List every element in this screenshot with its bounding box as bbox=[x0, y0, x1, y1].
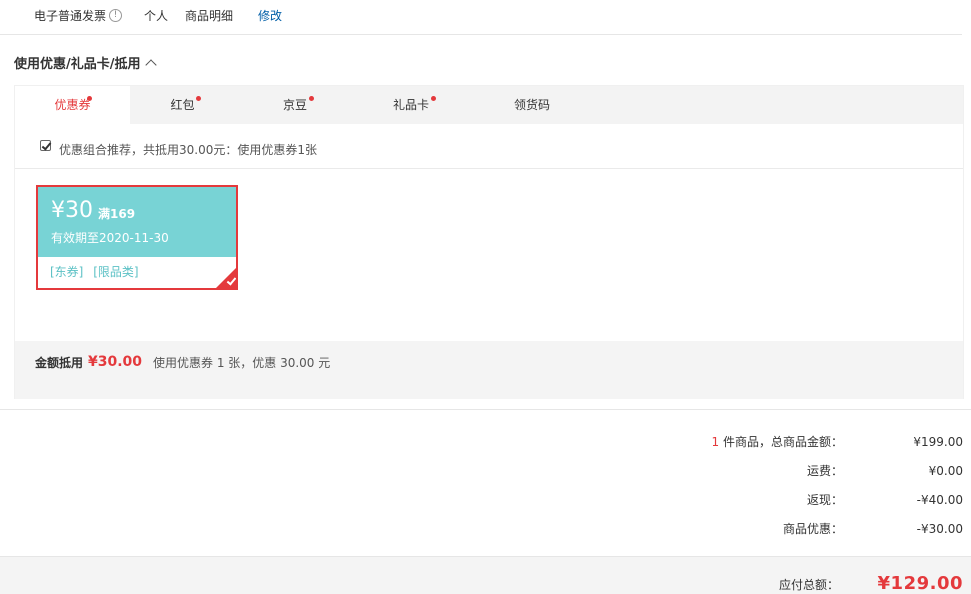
chevron-up-icon[interactable] bbox=[144, 59, 157, 71]
coupon-tag: [东券] bbox=[50, 265, 84, 279]
shipping-label: 运费： bbox=[806, 464, 843, 478]
coupon-expiry: 有效期至2020-11-30 bbox=[51, 231, 169, 245]
coupon-tag: [限品类] bbox=[93, 265, 139, 279]
divider bbox=[0, 409, 971, 410]
tab-label: 礼品卡 bbox=[392, 98, 429, 112]
summary-amount: ¥30.00 bbox=[88, 354, 143, 370]
items-total-label: 1 件商品，总商品金额： bbox=[712, 434, 843, 450]
coupon-section-title-text: 使用优惠/礼品卡/抵用 bbox=[14, 57, 141, 72]
coupon-card-header: ¥30 满169 有效期至2020-11-30 bbox=[38, 187, 236, 257]
invoice-title: 个人 bbox=[144, 9, 169, 23]
summary-description: 使用优惠券 1 张，优惠 30.00 元 bbox=[153, 356, 331, 370]
payable-bar: 应付总额： ¥129.00 bbox=[0, 556, 971, 594]
coupon-panel: 优惠券 红包 京豆 礼品卡 领货码 优惠组合推荐，共抵用30.00元：使用优惠券… bbox=[14, 85, 964, 399]
coupon-condition: 满169 bbox=[98, 207, 136, 221]
total-row-cashback: 返现： -¥40.00 bbox=[563, 492, 963, 508]
tab-red-packet[interactable]: 红包 bbox=[130, 86, 235, 124]
tab-coupons[interactable]: 优惠券 bbox=[15, 86, 130, 124]
coupon-amount: ¥30 bbox=[51, 198, 93, 223]
recommend-row: 优惠组合推荐，共抵用30.00元：使用优惠券1张 bbox=[15, 124, 963, 169]
discount-value: -¥30.00 bbox=[916, 522, 963, 536]
total-row-discount: 商品优惠： -¥30.00 bbox=[563, 521, 963, 537]
red-dot-icon bbox=[431, 96, 436, 101]
cashback-value: -¥40.00 bbox=[916, 493, 963, 507]
tab-jingdou[interactable]: 京豆 bbox=[235, 86, 355, 124]
payable-label: 应付总额： bbox=[778, 578, 839, 592]
total-row-shipping: 运费： ¥0.00 bbox=[563, 463, 963, 479]
info-icon[interactable]: ! bbox=[109, 9, 122, 22]
red-dot-icon bbox=[87, 96, 92, 101]
recommend-checkbox[interactable] bbox=[40, 140, 51, 151]
tab-label: 领货码 bbox=[513, 98, 550, 112]
red-dot-icon bbox=[309, 96, 314, 101]
invoice-type: 电子普通发票 bbox=[34, 9, 107, 23]
invoice-row: 电子普通发票 ! 个人 商品明细 修改 bbox=[0, 0, 962, 35]
cashback-label: 返现： bbox=[806, 493, 843, 507]
invoice-content: 商品明细 bbox=[185, 9, 234, 23]
items-total-value: ¥199.00 bbox=[913, 435, 963, 449]
discount-label: 商品优惠： bbox=[782, 522, 843, 536]
tab-gift-card[interactable]: 礼品卡 bbox=[355, 86, 467, 124]
discount-summary: 金额抵用 ¥30.00 使用优惠券 1 张，优惠 30.00 元 bbox=[15, 341, 963, 399]
shipping-value: ¥0.00 bbox=[928, 464, 963, 478]
payable-amount: ¥129.00 bbox=[877, 573, 963, 594]
items-label: 件商品，总商品金额： bbox=[719, 435, 843, 449]
invoice-edit-link[interactable]: 修改 bbox=[258, 8, 282, 24]
total-row-items: 1 件商品，总商品金额： ¥199.00 bbox=[563, 434, 963, 450]
tab-label: 优惠券 bbox=[54, 98, 91, 112]
coupon-tags: [东券] [限品类] bbox=[50, 265, 145, 279]
summary-label: 金额抵用 bbox=[35, 356, 84, 370]
coupon-tabs: 优惠券 红包 京豆 礼品卡 领货码 bbox=[15, 86, 963, 124]
recommend-text: 优惠组合推荐，共抵用30.00元：使用优惠券1张 bbox=[59, 143, 317, 157]
tab-redeem-code[interactable]: 领货码 bbox=[467, 86, 597, 124]
coupon-section-title[interactable]: 使用优惠/礼品卡/抵用 bbox=[14, 56, 157, 74]
coupon-card[interactable]: ¥30 满169 有效期至2020-11-30 [东券] [限品类] bbox=[36, 185, 238, 290]
tab-label: 红包 bbox=[170, 98, 195, 112]
tab-label: 京豆 bbox=[282, 98, 307, 112]
red-dot-icon bbox=[196, 96, 201, 101]
